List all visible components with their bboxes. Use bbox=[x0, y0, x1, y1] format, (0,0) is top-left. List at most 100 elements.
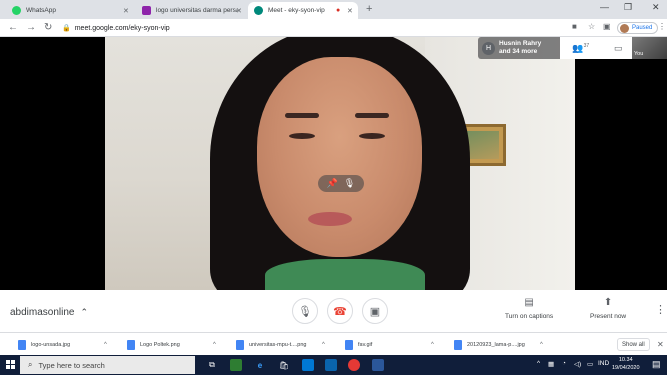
avatar: H bbox=[482, 41, 495, 55]
download-filename: fav.gif bbox=[358, 341, 373, 348]
camera-button[interactable]: ▣ bbox=[362, 298, 388, 324]
chevron-up-icon[interactable]: ^ bbox=[213, 342, 216, 348]
taskbar-search[interactable]: ⌕ Type here to search bbox=[20, 356, 195, 374]
keyboard-icon[interactable]: ▭ bbox=[587, 360, 593, 368]
download-filename: 20120923_lama-p....jpg bbox=[467, 341, 525, 348]
phone-hangup-icon: ☎ bbox=[333, 305, 347, 318]
download-item[interactable]: Logo Poltek.png ^ bbox=[127, 338, 216, 351]
mic-off-icon[interactable]: 🎙 bbox=[344, 178, 355, 189]
close-icon[interactable]: ✕ bbox=[657, 340, 664, 349]
present-button[interactable]: ⬆ Present now bbox=[590, 297, 626, 320]
tab-whatsapp[interactable]: WhatsApp ✕ bbox=[6, 2, 134, 19]
close-window-icon[interactable]: ✕ bbox=[652, 2, 660, 13]
self-view-tile[interactable]: You bbox=[632, 37, 667, 59]
store-icon[interactable]: 🛍 bbox=[278, 359, 290, 371]
close-icon[interactable]: ✕ bbox=[347, 7, 353, 15]
address-bar[interactable]: 🔒 meet.google.com/eky-syon-vip bbox=[62, 21, 492, 35]
camera-icon: ▣ bbox=[369, 305, 381, 318]
profile-status: Paused bbox=[632, 25, 653, 31]
close-icon[interactable]: ✕ bbox=[123, 7, 129, 15]
captions-button[interactable]: ▤ Turn on captions bbox=[505, 297, 553, 320]
mail-icon[interactable] bbox=[302, 359, 314, 371]
windows-taskbar: ⌕ Type here to search ⧉ e 🛍 ^ ▦ ◔ ◁) ▭ I… bbox=[0, 355, 667, 375]
participant-name: Husnin Rahry bbox=[499, 40, 542, 47]
tab-label: Meet - eky-syon-vip bbox=[268, 7, 325, 14]
camera-permission-icon[interactable]: ■ bbox=[572, 22, 577, 31]
pin-icon[interactable]: 📌 bbox=[327, 178, 338, 189]
meet-stage: 📌 🎙 H Husnin Rahry and 34 more 👥37 ▭ You bbox=[0, 37, 667, 290]
speaker-brow bbox=[285, 113, 319, 118]
star-icon[interactable]: ☆ bbox=[588, 22, 595, 31]
meet-control-bar: abdimasonline ⌃ 🎙 ☎ ▣ ▤ Turn on captions… bbox=[0, 290, 667, 332]
file-icon bbox=[345, 339, 353, 350]
whatsapp-icon bbox=[12, 6, 21, 15]
pin-mute-overlay[interactable]: 📌 🎙 bbox=[318, 175, 364, 192]
participant-more: and 34 more bbox=[499, 48, 538, 55]
show-hidden-icons[interactable]: ^ bbox=[537, 360, 540, 367]
download-item[interactable]: logo-unsada.jpg ^ bbox=[18, 338, 107, 351]
maximize-icon[interactable]: ❐ bbox=[624, 2, 632, 13]
tab-meet[interactable]: Meet - eky-syon-vip ● ✕ bbox=[248, 2, 358, 19]
recording-dot-icon: ● bbox=[336, 7, 341, 14]
forward-icon[interactable]: → bbox=[26, 22, 36, 34]
wifi-icon[interactable]: ◔ bbox=[562, 360, 566, 367]
profile-button[interactable]: Paused bbox=[617, 22, 659, 34]
file-icon bbox=[454, 339, 462, 350]
search-icon: ⌕ bbox=[28, 360, 33, 369]
extension-icon[interactable]: ▣ bbox=[603, 22, 611, 31]
microphone-icon: 🎙 bbox=[298, 305, 312, 318]
excel-icon[interactable] bbox=[230, 359, 242, 371]
search-placeholder: Type here to search bbox=[38, 360, 105, 370]
task-view-icon[interactable]: ⧉ bbox=[206, 359, 218, 371]
participants-chip[interactable]: H Husnin Rahry and 34 more bbox=[478, 37, 568, 59]
system-clock[interactable]: 10.34 19/04/2020 bbox=[612, 357, 640, 372]
meeting-name: abdimasonline bbox=[10, 307, 75, 318]
tab-logo-search[interactable]: logo universitas darma persada ✕ bbox=[136, 2, 246, 19]
chevron-up-icon[interactable]: ^ bbox=[322, 342, 325, 348]
app-icon[interactable] bbox=[372, 359, 384, 371]
meeting-details-button[interactable]: abdimasonline ⌃ bbox=[10, 307, 88, 318]
input-language[interactable]: IND bbox=[598, 360, 609, 367]
url-text: meet.google.com/eky-syon-vip bbox=[74, 24, 170, 32]
self-label: You bbox=[634, 51, 644, 57]
chrome-icon[interactable] bbox=[348, 359, 360, 371]
chat-icon[interactable]: ▭ bbox=[614, 43, 623, 54]
notifications-icon[interactable]: ▤ bbox=[652, 359, 661, 370]
reload-icon[interactable]: ↻ bbox=[44, 22, 52, 34]
file-icon bbox=[236, 339, 244, 350]
clock-time: 10.34 bbox=[618, 357, 633, 363]
meet-icon bbox=[254, 6, 263, 15]
main-video: 📌 🎙 bbox=[105, 37, 575, 290]
download-item[interactable]: fav.gif ^ bbox=[345, 338, 434, 351]
people-button[interactable]: 👥37 bbox=[572, 43, 589, 54]
participant-count: 37 bbox=[583, 42, 590, 49]
chevron-up-icon[interactable]: ^ bbox=[104, 342, 107, 348]
minimize-icon[interactable]: — bbox=[600, 2, 609, 12]
menu-icon[interactable]: ⋮ bbox=[658, 22, 666, 31]
close-icon[interactable]: ✕ bbox=[236, 7, 242, 15]
show-all-downloads-button[interactable]: Show all bbox=[617, 338, 650, 351]
meet-top-panel: 👥37 ▭ bbox=[560, 37, 635, 59]
network-icon[interactable]: ▦ bbox=[548, 360, 554, 368]
present-icon: ⬆ bbox=[603, 297, 613, 308]
edge-icon[interactable]: e bbox=[254, 359, 266, 371]
microphone-button[interactable]: 🎙 bbox=[292, 298, 318, 324]
download-filename: Logo Poltek.png bbox=[140, 341, 180, 348]
download-filename: universitas-mpu-t....png bbox=[249, 341, 307, 348]
download-item[interactable]: 20120923_lama-p....jpg ^ bbox=[454, 338, 543, 351]
download-filename: logo-unsada.jpg bbox=[31, 341, 71, 348]
new-tab-button[interactable]: + bbox=[366, 3, 372, 15]
speaker-brow bbox=[355, 113, 389, 118]
more-options-icon[interactable]: ⋮ bbox=[655, 303, 666, 316]
back-icon[interactable]: ← bbox=[8, 22, 18, 34]
word-icon[interactable] bbox=[325, 359, 337, 371]
speaker-face bbox=[257, 57, 422, 257]
volume-icon[interactable]: ◁) bbox=[574, 360, 581, 368]
chevron-up-icon[interactable]: ^ bbox=[540, 342, 543, 348]
download-item[interactable]: universitas-mpu-t....png ^ bbox=[236, 338, 325, 351]
chevron-up-icon[interactable]: ^ bbox=[431, 342, 434, 348]
clock-date: 19/04/2020 bbox=[612, 364, 640, 371]
present-label: Present now bbox=[590, 313, 627, 320]
end-call-button[interactable]: ☎ bbox=[327, 298, 353, 324]
windows-start-icon[interactable] bbox=[6, 360, 15, 369]
